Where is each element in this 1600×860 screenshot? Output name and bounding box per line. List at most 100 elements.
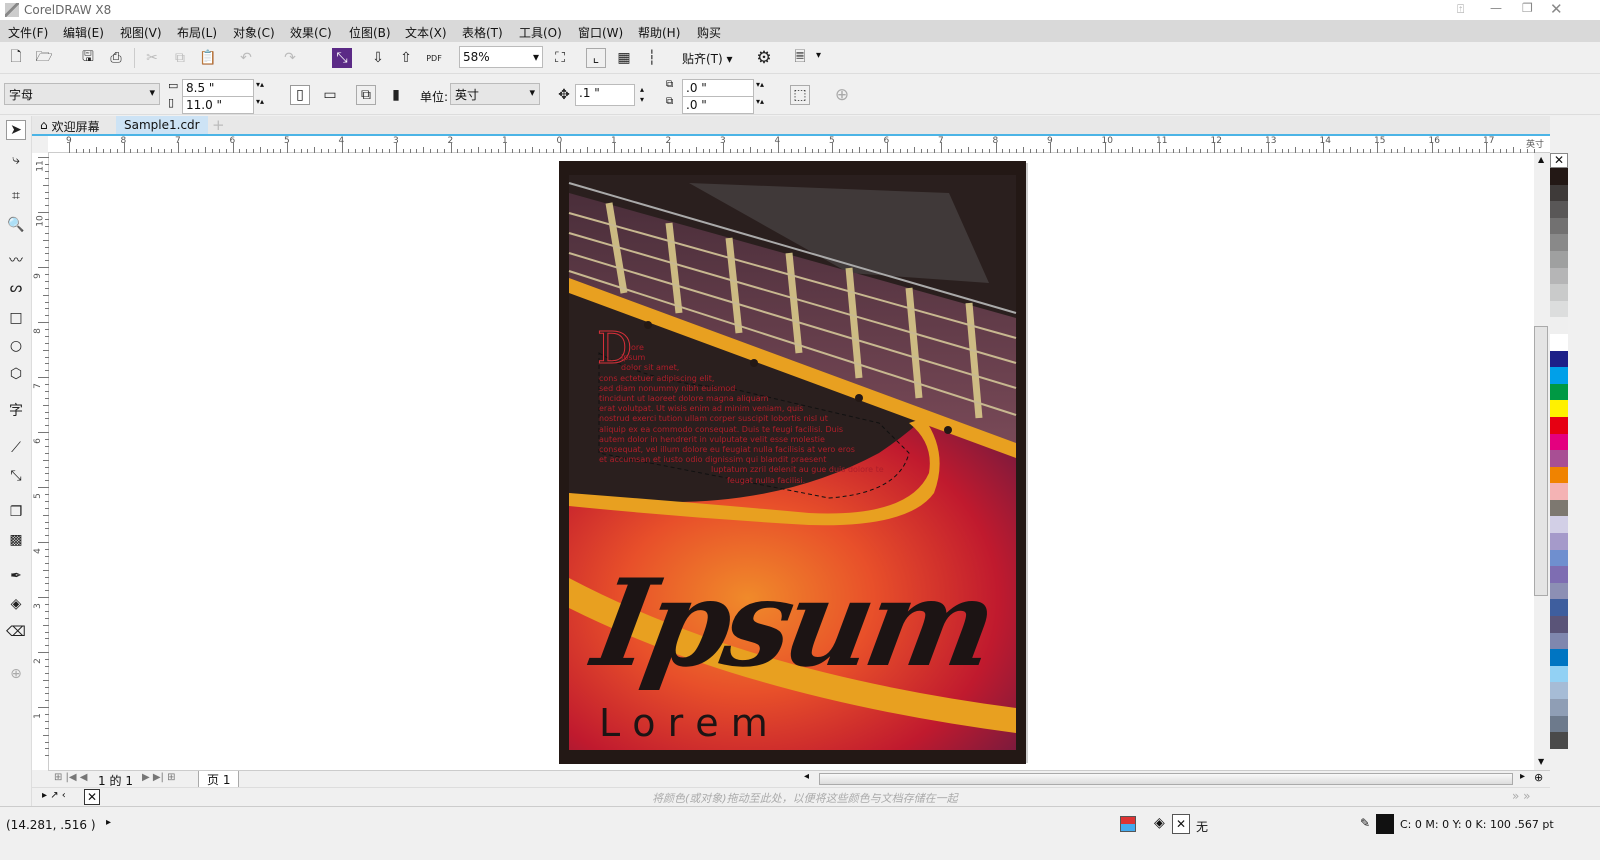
freehand-tool-icon[interactable]: 〰: [6, 250, 26, 270]
palette-swatch[interactable]: [1550, 566, 1568, 583]
publish-pdf-icon[interactable]: PDF: [424, 48, 444, 68]
menu-item-5[interactable]: 效果(C): [290, 24, 332, 41]
palette-swatch[interactable]: [1550, 168, 1568, 185]
zoom-tool-icon[interactable]: 🔍: [6, 215, 26, 235]
body-text-frame[interactable]: ore ipsum dolor sit amet, cons ectetuer adi…: [599, 343, 919, 486]
new-document-icon[interactable]: 🗋: [6, 48, 26, 68]
artistic-media-icon[interactable]: ᔕ: [6, 278, 26, 298]
redo-icon[interactable]: ↷: [280, 48, 300, 68]
doc-palette-more-icon[interactable]: » »: [1512, 789, 1531, 803]
subtitle-text[interactable]: L o r e m: [599, 701, 768, 745]
cut-icon[interactable]: ✂: [142, 48, 162, 68]
full-screen-icon[interactable]: ⛶: [550, 48, 570, 68]
page-size-select[interactable]: 字母: [4, 83, 160, 105]
drop-shadow-icon[interactable]: ❐: [6, 502, 26, 522]
scroll-up-icon[interactable]: ▲: [1538, 155, 1544, 164]
snap-to-dropdown[interactable]: 贴齐(T) ▾: [682, 50, 733, 67]
palette-swatch[interactable]: [1550, 284, 1568, 301]
fill-bucket-icon[interactable]: ◈: [1154, 815, 1165, 831]
landscape-icon[interactable]: ▭: [320, 85, 340, 105]
close-button[interactable]: ✕: [1550, 0, 1563, 18]
print-icon[interactable]: ⎙: [106, 48, 126, 68]
palette-swatch[interactable]: [1550, 217, 1568, 235]
launcher-chevron-down-icon[interactable]: ▾: [816, 50, 821, 61]
unit-select[interactable]: 英寸: [450, 83, 540, 105]
page-width-input[interactable]: 8.5 ": [182, 79, 254, 97]
undo-icon[interactable]: ↶: [236, 48, 256, 68]
minimize-button[interactable]: —: [1490, 1, 1502, 15]
parallel-dimension-icon[interactable]: ⟋: [6, 438, 26, 458]
duplicate-y-input[interactable]: .0 ": [682, 96, 754, 114]
vertical-scrollbar[interactable]: ▲ ▼: [1534, 153, 1550, 770]
add-icon[interactable]: ⊕: [832, 85, 852, 105]
menu-item-8[interactable]: 表格(T): [462, 24, 503, 41]
new-tab-icon[interactable]: +: [212, 116, 225, 134]
rectangle-tool-icon[interactable]: □: [6, 308, 26, 328]
scroll-left-icon[interactable]: ◂: [804, 771, 809, 782]
paste-icon[interactable]: 📋: [198, 48, 218, 68]
palette-swatch[interactable]: [1550, 732, 1568, 749]
export-icon[interactable]: ⇧: [396, 48, 416, 68]
sign-in-icon[interactable]: ⍐: [1457, 2, 1464, 17]
application-launcher-icon[interactable]: 🗏: [790, 48, 810, 68]
palette-swatch[interactable]: [1550, 201, 1568, 218]
save-icon[interactable]: 🖫: [78, 48, 98, 68]
height-spinner[interactable]: ▾▴: [256, 97, 264, 106]
title-script-text[interactable]: Ipsum: [585, 553, 1002, 694]
palette-swatch[interactable]: [1550, 715, 1568, 733]
palette-swatch[interactable]: [1550, 250, 1568, 268]
palette-swatch[interactable]: [1550, 466, 1568, 484]
current-page-icon[interactable]: ▮: [386, 85, 406, 105]
eyedropper-tool-icon[interactable]: ✒: [6, 566, 26, 586]
color-proofing-icon[interactable]: [1120, 816, 1136, 832]
scroll-down-icon[interactable]: ▼: [1538, 757, 1544, 766]
menu-item-3[interactable]: 布局(L): [177, 24, 217, 41]
transparency-tool-icon[interactable]: ▩: [6, 530, 26, 550]
open-icon[interactable]: 🗁: [34, 48, 54, 68]
palette-swatch[interactable]: [1550, 367, 1568, 384]
copy-icon[interactable]: ⧉: [170, 48, 190, 68]
palette-swatch[interactable]: [1550, 632, 1568, 650]
palette-swatch[interactable]: [1550, 616, 1568, 633]
menu-item-1[interactable]: 编辑(E): [63, 24, 104, 41]
palette-swatch[interactable]: [1550, 234, 1568, 251]
import-icon[interactable]: ⇩: [368, 48, 388, 68]
nudge-distance-input[interactable]: .1 ": [575, 84, 635, 106]
horizontal-scroll-thumb[interactable]: [819, 773, 1513, 785]
no-color-swatch[interactable]: ✕: [1550, 153, 1568, 168]
menu-item-4[interactable]: 对象(C): [233, 24, 275, 41]
palette-swatch[interactable]: [1550, 350, 1568, 368]
smart-fill-icon[interactable]: ⌫: [6, 622, 26, 642]
vertical-scroll-thumb[interactable]: [1534, 326, 1548, 596]
zoom-level-select[interactable]: 58% ▾: [459, 46, 543, 68]
palette-swatch[interactable]: [1550, 649, 1568, 666]
palette-swatch[interactable]: [1550, 665, 1568, 683]
palette-swatch[interactable]: [1550, 582, 1568, 600]
palette-swatch[interactable]: [1550, 499, 1568, 517]
palette-swatch[interactable]: [1550, 333, 1568, 351]
palette-swatch[interactable]: [1550, 433, 1568, 451]
show-guidelines-icon[interactable]: ┆: [642, 48, 662, 68]
pick-tool-icon[interactable]: ➤: [6, 120, 26, 140]
palette-swatch[interactable]: [1550, 699, 1568, 716]
palette-swatch[interactable]: [1550, 317, 1568, 334]
doc-palette-menu-icon[interactable]: ▸ ↗ ‹: [42, 790, 66, 801]
show-rulers-icon[interactable]: ⌞: [586, 48, 606, 68]
outline-pen-icon[interactable]: ✎: [1360, 816, 1370, 830]
text-tool-icon[interactable]: 字: [6, 400, 26, 420]
status-expand-icon[interactable]: ▸: [106, 817, 111, 828]
menu-item-7[interactable]: 文本(X): [405, 24, 447, 41]
tab-welcome[interactable]: ⌂ 欢迎屏幕: [36, 117, 104, 135]
menu-item-9[interactable]: 工具(O): [519, 24, 562, 41]
vertical-ruler[interactable]: 11 10 9 8 7 6 5 4 3 2 1: [32, 153, 49, 770]
menu-item-11[interactable]: 帮助(H): [638, 24, 680, 41]
palette-swatch[interactable]: [1550, 383, 1568, 401]
palette-swatch[interactable]: [1550, 516, 1568, 534]
palette-swatch[interactable]: [1550, 682, 1568, 699]
restore-button[interactable]: ❐: [1522, 1, 1533, 15]
interactive-fill-icon[interactable]: ◈: [6, 594, 26, 614]
menu-item-6[interactable]: 位图(B): [349, 24, 391, 41]
tab-sample1[interactable]: Sample1.cdr: [116, 116, 208, 134]
palette-swatch[interactable]: [1550, 599, 1568, 617]
duplicate-x-input[interactable]: .0 ": [682, 79, 754, 97]
